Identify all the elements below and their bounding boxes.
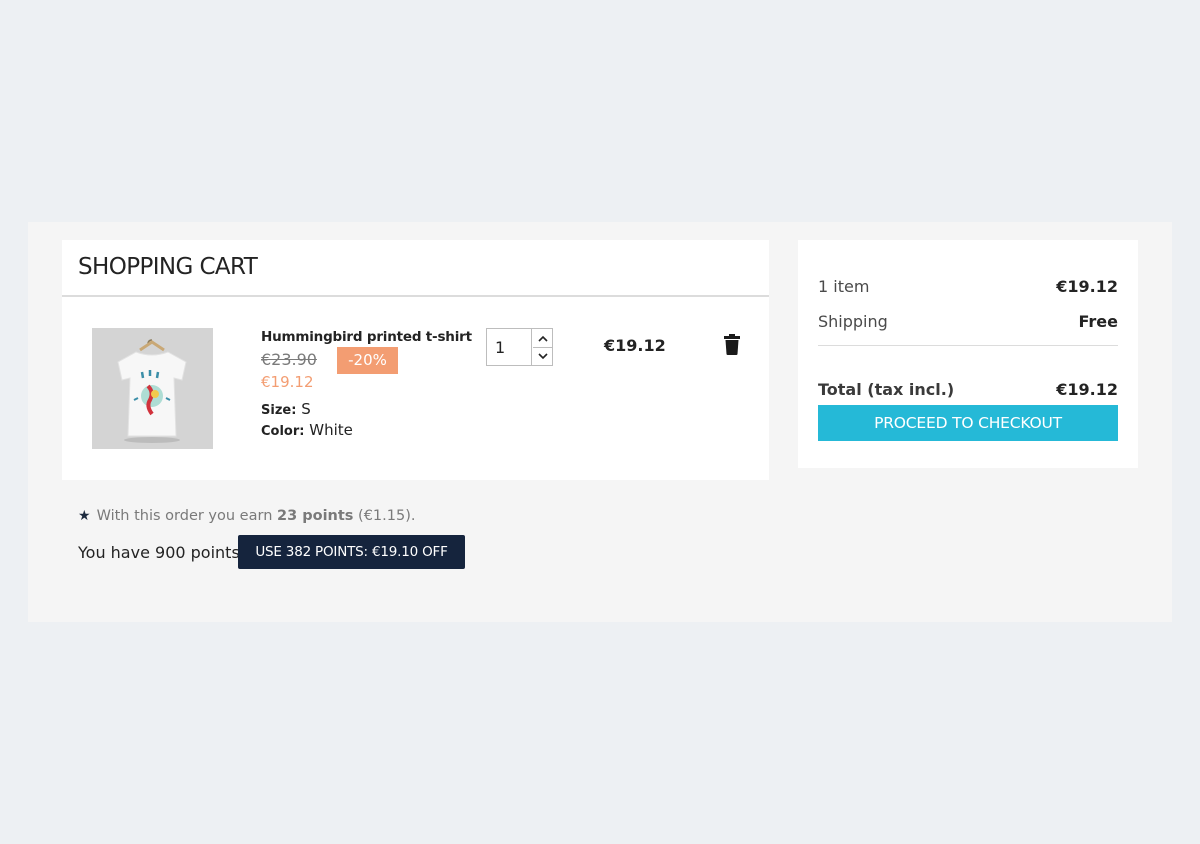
star-icon: ★ bbox=[78, 508, 91, 524]
trash-icon bbox=[724, 334, 740, 355]
attribute-label: Color: bbox=[261, 424, 305, 439]
product-image[interactable] bbox=[92, 328, 213, 449]
attribute-value: S bbox=[301, 400, 311, 418]
quantity-input[interactable] bbox=[487, 329, 532, 365]
shopping-cart-card: SHOPPING CART Hummingbird printed t-shir… bbox=[62, 240, 769, 480]
attribute-value: White bbox=[309, 421, 353, 439]
items-count-label: 1 item bbox=[818, 277, 870, 296]
quantity-decrease-button[interactable] bbox=[533, 347, 552, 365]
attribute-color: Color: White bbox=[261, 421, 353, 439]
remove-item-button[interactable] bbox=[723, 334, 743, 356]
regular-price: €23.90 bbox=[261, 350, 317, 369]
divider bbox=[818, 345, 1118, 346]
product-name[interactable]: Hummingbird printed t-shirt bbox=[261, 329, 472, 345]
page-title: SHOPPING CART bbox=[78, 254, 258, 280]
chevron-up-icon bbox=[537, 335, 548, 342]
quantity-stepper bbox=[486, 328, 553, 366]
line-total: €19.12 bbox=[604, 336, 666, 355]
total-label: Total (tax incl.) bbox=[818, 380, 955, 399]
total-value: €19.12 bbox=[1056, 380, 1118, 399]
loyalty-prefix: With this order you earn bbox=[96, 508, 273, 524]
proceed-to-checkout-button[interactable]: PROCEED TO CHECKOUT bbox=[818, 405, 1118, 441]
summary-items-row: 1 item €19.12 bbox=[818, 277, 1118, 296]
tshirt-illustration bbox=[92, 328, 213, 449]
quantity-increase-button[interactable] bbox=[533, 329, 552, 348]
points-balance: You have 900 points. bbox=[78, 543, 245, 562]
cart-page-panel: SHOPPING CART Hummingbird printed t-shir… bbox=[28, 222, 1172, 622]
points-value: (€1.15). bbox=[358, 508, 416, 524]
items-subtotal: €19.12 bbox=[1056, 277, 1118, 296]
points-earned: 23 points bbox=[277, 508, 354, 524]
divider bbox=[62, 295, 769, 297]
discount-badge: -20% bbox=[337, 347, 398, 374]
shipping-label: Shipping bbox=[818, 312, 888, 331]
attribute-size: Size: S bbox=[261, 400, 311, 418]
use-points-button[interactable]: USE 382 POINTS: €19.10 OFF bbox=[238, 535, 465, 569]
chevron-down-icon bbox=[537, 352, 548, 359]
summary-shipping-row: Shipping Free bbox=[818, 312, 1118, 331]
loyalty-earn-info: ★ With this order you earn 23 points (€1.… bbox=[78, 508, 415, 524]
attribute-label: Size: bbox=[261, 403, 297, 418]
summary-total-row: Total (tax incl.) €19.12 bbox=[818, 380, 1118, 399]
cart-summary-card: 1 item €19.12 Shipping Free Total (tax i… bbox=[798, 240, 1138, 468]
shipping-value: Free bbox=[1078, 312, 1119, 331]
current-price: €19.12 bbox=[261, 373, 314, 391]
